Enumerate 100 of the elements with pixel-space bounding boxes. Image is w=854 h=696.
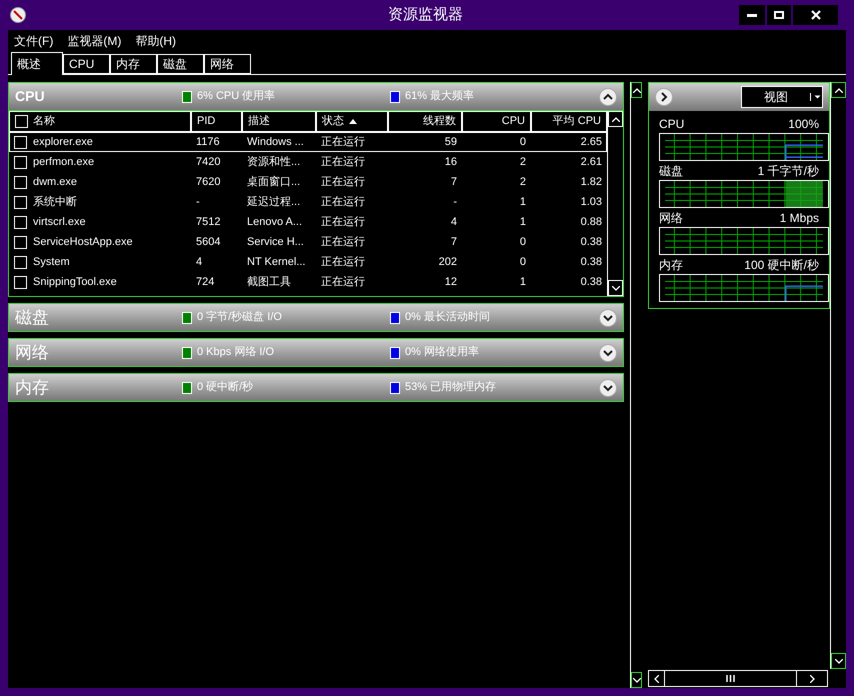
table-cell-text: 2 <box>520 174 526 190</box>
tab[interactable]: 概述 <box>11 52 63 75</box>
expand-icon[interactable] <box>599 308 617 326</box>
table-cell-text: 7420 <box>196 154 220 170</box>
process-row[interactable]: System 4 NT Kernel... 正在运行 202 0 0.38 <box>9 252 607 272</box>
checkbox[interactable] <box>15 115 28 128</box>
table-cell-text: perfmon.exe <box>33 154 94 170</box>
process-row[interactable]: virtscrl.exe 7512 Lenovo A... 正在运行 4 1 0.88 <box>9 212 607 232</box>
column-header[interactable]: 状态 <box>316 111 388 132</box>
checkbox[interactable] <box>14 196 27 208</box>
expand-icon[interactable] <box>599 378 617 396</box>
table-cell-text: 0.38 <box>580 274 602 290</box>
close-icon <box>810 10 820 20</box>
stat-text: 0 Kbps 网络 I/O <box>197 345 274 360</box>
table-cell-text: explorer.exe <box>33 134 93 150</box>
tab[interactable]: 磁盘 <box>157 54 204 74</box>
column-header[interactable]: 名称 <box>9 111 191 132</box>
table-cell-text: 0 <box>520 254 526 270</box>
column-header[interactable]: CPU <box>462 111 531 132</box>
process-row[interactable]: dwm.exe 7620 桌面窗口... 正在运行 7 2 1.82 <box>9 172 607 192</box>
table-cell-text: 1176 <box>196 134 220 150</box>
table-cell-text: 桌面窗口... <box>247 174 300 190</box>
checkbox[interactable] <box>14 216 27 228</box>
tab[interactable]: 内存 <box>110 54 157 74</box>
table-cell-text: 正在运行 <box>321 254 365 270</box>
graph-value: 100% <box>788 116 819 133</box>
section-title: CPU <box>15 87 46 106</box>
checkbox[interactable] <box>14 256 27 268</box>
view-dropdown[interactable]: 视图 <box>741 86 823 108</box>
table-cell-text: - <box>196 194 200 210</box>
minimize-button[interactable] <box>739 5 765 25</box>
table-cell-text: 正在运行 <box>321 154 365 170</box>
menu-item[interactable]: 文件(F) <box>14 32 54 50</box>
stat-text: 0 硬中断/秒 <box>197 380 254 396</box>
process-row[interactable]: ServiceHostApp.exe 5604 Service H... 正在运行 7 0 0.38 <box>9 232 607 252</box>
process-row[interactable]: explorer.exe 1176 Windows ... 正在运行 59 0 2.65 <box>9 132 607 152</box>
graph-label: 内存 <box>659 257 683 274</box>
table-cell-text: 系统中断 <box>33 194 77 210</box>
collapse-icon[interactable] <box>599 88 617 106</box>
stat-text: 0% 最长活动时间 <box>405 310 490 326</box>
sort-arrow-icon <box>349 119 357 124</box>
tab[interactable]: 网络 <box>204 54 251 74</box>
table-cell-text: 0.38 <box>580 254 602 270</box>
table-cell-text: 7620 <box>196 174 220 190</box>
table-cell-text: ServiceHostApp.exe <box>33 234 133 250</box>
table-cell-text: 正在运行 <box>321 234 365 250</box>
scroll-down-icon[interactable] <box>632 678 640 682</box>
table-cell-text: 4 <box>196 254 202 270</box>
table-cell-text: 1.82 <box>580 174 602 190</box>
stat-text: 0% 网络使用率 <box>405 344 479 360</box>
scroll-up-icon[interactable] <box>612 116 620 122</box>
section-title: 磁盘 <box>15 306 50 329</box>
table-cell-text: 正在运行 <box>321 174 365 190</box>
maximize-button[interactable] <box>767 5 791 25</box>
scroll-up-icon[interactable] <box>632 88 640 92</box>
scroll-up-icon[interactable] <box>834 88 842 92</box>
table-cell-text: 59 <box>444 134 457 150</box>
table-cell-text: dwm.exe <box>33 174 78 190</box>
section-title: 网络 <box>15 342 50 364</box>
scroll-right-icon[interactable] <box>810 674 814 682</box>
process-row[interactable]: SnippingTool.exe 724 截图工具 正在运行 12 1 0.38 <box>9 272 607 292</box>
column-header[interactable]: 描述 <box>242 111 316 132</box>
horizontal-scrollbar[interactable] <box>648 670 828 687</box>
expand-icon[interactable] <box>599 344 617 362</box>
scroll-left-icon[interactable] <box>654 674 659 682</box>
column-header[interactable]: 平均 CPU <box>531 111 607 132</box>
table-cell-text: 0 <box>520 134 526 150</box>
table-cell-text: 正在运行 <box>321 194 365 210</box>
tab[interactable]: CPU <box>63 54 110 74</box>
process-row[interactable]: perfmon.exe 7420 资源和性... 正在运行 16 2 2.61 <box>9 152 607 172</box>
stat-text: 6% CPU 使用率 <box>197 88 276 104</box>
table-cell-text: Lenovo A... <box>247 214 302 230</box>
scroll-down-icon[interactable] <box>834 658 842 664</box>
table-cell-text: 16 <box>444 154 457 170</box>
checkbox[interactable] <box>14 156 27 168</box>
graph-value: 1 千字节/秒 <box>758 163 819 180</box>
column-header[interactable]: 线程数 <box>388 111 462 132</box>
table-cell-text: 正在运行 <box>321 214 365 230</box>
process-row[interactable]: 系统中断 - 延迟过程... 正在运行 - 1 1.03 <box>9 192 607 212</box>
forward-icon[interactable] <box>655 88 673 106</box>
table-cell-text: 正在运行 <box>321 134 365 150</box>
stat-text: 61% 最大频率 <box>405 88 474 104</box>
table-cell-text: 5604 <box>196 234 220 250</box>
menu-item[interactable]: 帮助(H) <box>135 32 176 50</box>
checkbox[interactable] <box>14 136 27 148</box>
stat-text: 0 字节/秒磁盘 I/O <box>197 310 282 326</box>
table-cell-text: 7 <box>450 234 457 250</box>
graph-value: 1 Mbps <box>780 210 819 227</box>
menu-item[interactable]: 监视器(M) <box>67 32 122 50</box>
stat-text: 53% 已用物理内存 <box>405 380 496 396</box>
column-header[interactable]: PID <box>191 111 242 132</box>
table-cell-text: 7 <box>450 174 457 190</box>
checkbox[interactable] <box>14 176 27 188</box>
close-button[interactable] <box>793 5 838 25</box>
scroll-down-icon[interactable] <box>612 286 620 290</box>
checkbox[interactable] <box>14 236 27 248</box>
table-cell-text: 1 <box>520 194 526 210</box>
checkbox[interactable] <box>14 276 27 288</box>
maximize-icon <box>774 11 784 19</box>
app-icon <box>10 7 26 23</box>
